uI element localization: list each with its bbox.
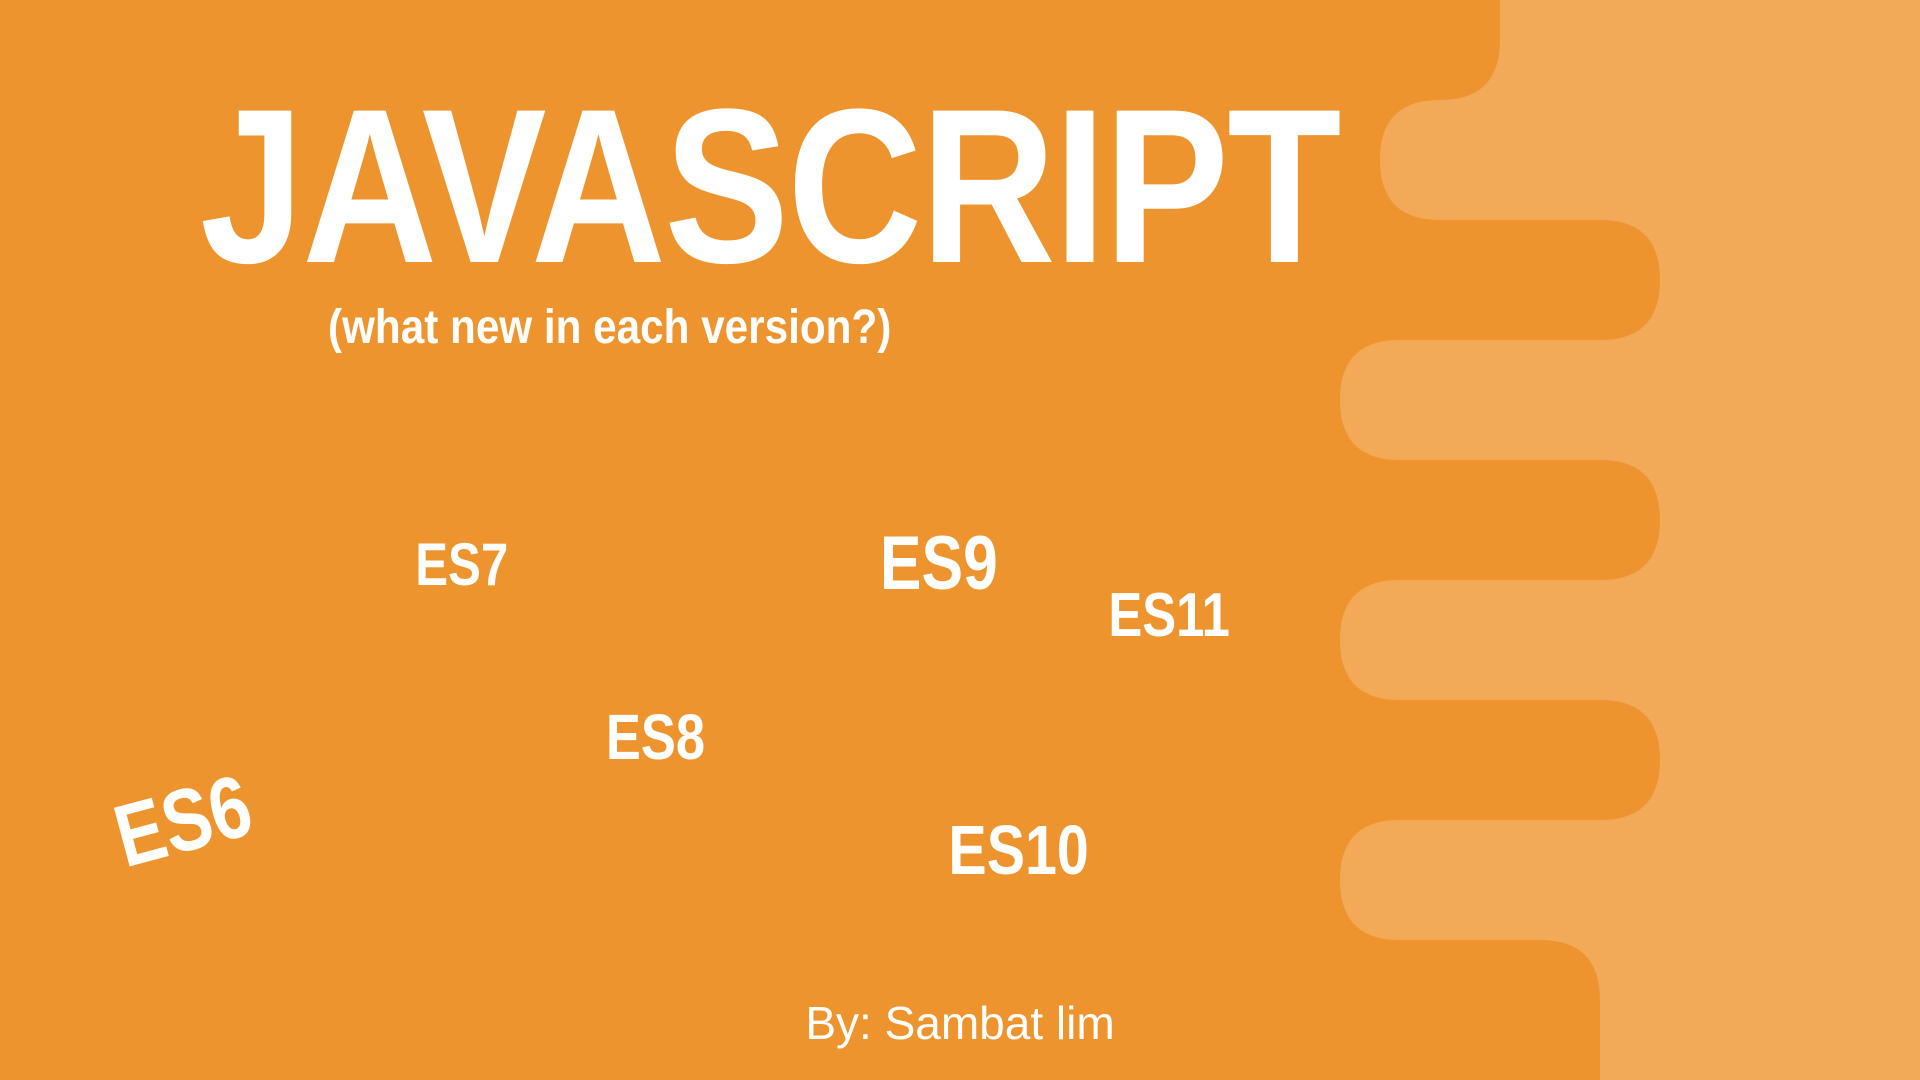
main-title: JAVASCRIPT [200,60,1340,313]
version-es11: ES11 [1108,580,1230,651]
wave-decoration [1300,0,1920,1080]
version-es10: ES10 [948,810,1088,890]
version-es9: ES9 [880,520,998,607]
version-es8: ES8 [606,700,705,774]
author-credit: By: Sambat lim [805,996,1114,1050]
subtitle: (what new in each version?) [328,300,891,355]
version-es7: ES7 [415,530,508,599]
version-es6: ES6 [104,754,262,888]
